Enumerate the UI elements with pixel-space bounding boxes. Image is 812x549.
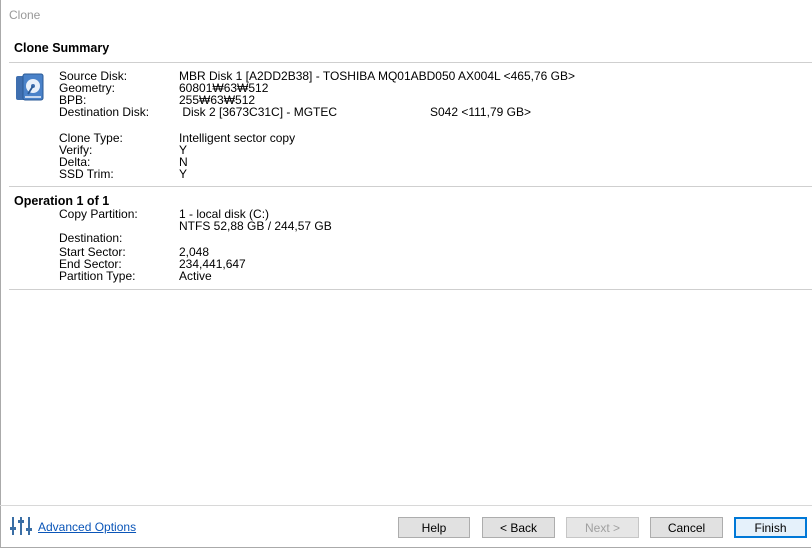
destination-disk-label: Destination Disk:	[59, 105, 150, 119]
back-button[interactable]: < Back	[482, 517, 555, 538]
destination-disk-value: Disk 2 [3673C31C] - MGTEC	[179, 105, 338, 119]
destination-label: Destination:	[59, 231, 123, 245]
operation-heading: Operation 1 of 1	[14, 194, 110, 208]
operation-divider-top	[9, 186, 812, 187]
help-button[interactable]: Help	[398, 517, 470, 538]
ssd-trim-value: Y	[179, 167, 188, 181]
ssd-trim-label: SSD Trim:	[59, 167, 114, 181]
destination-disk-size: S042 <111,79 GB>	[430, 105, 531, 119]
next-button[interactable]: Next >	[566, 517, 639, 538]
clone-type-value: Intelligent sector copy	[179, 131, 296, 145]
summary-divider	[9, 62, 812, 63]
partition-size-value: NTFS 52,88 GB / 244,57 GB	[179, 219, 332, 233]
partition-type-label: Partition Type:	[59, 269, 136, 283]
cancel-button[interactable]: Cancel	[650, 517, 723, 538]
advanced-options-link[interactable]: Advanced Options	[38, 520, 136, 534]
partition-type-value: Active	[179, 269, 212, 283]
copy-partition-label: Copy Partition:	[59, 207, 138, 221]
window-title: Clone	[9, 8, 41, 22]
operation-divider-bottom	[9, 289, 812, 290]
sliders-icon[interactable]	[9, 515, 33, 537]
clone-summary-heading: Clone Summary	[14, 41, 110, 55]
disk-clone-icon	[16, 73, 44, 101]
finish-button[interactable]: Finish	[734, 517, 807, 538]
footer-separator	[0, 505, 812, 506]
